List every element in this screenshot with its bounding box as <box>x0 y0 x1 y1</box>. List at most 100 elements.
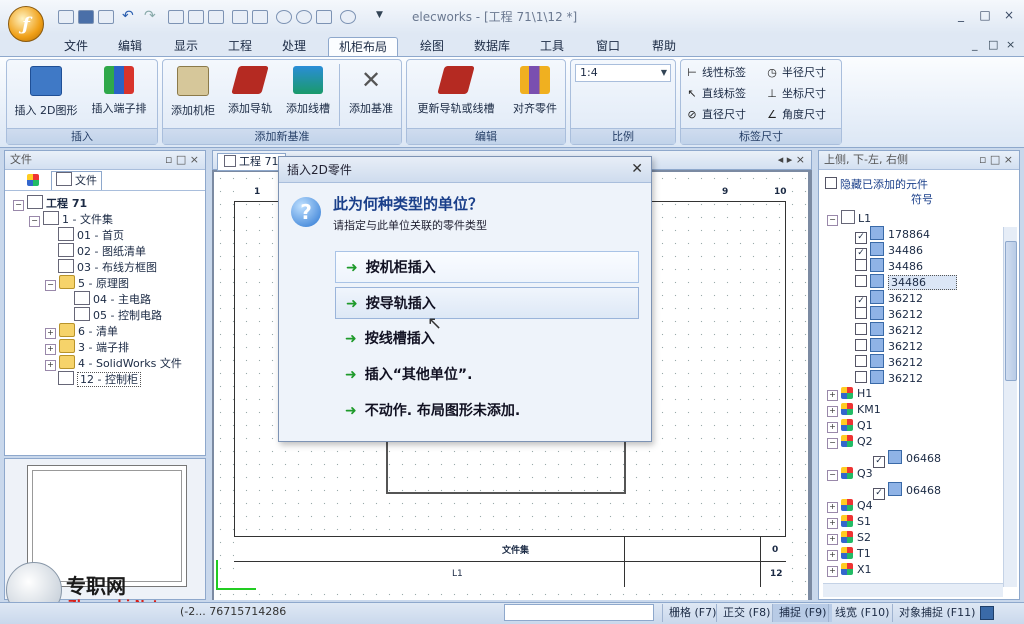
align-parts-button[interactable]: 对齐零件 <box>505 66 565 126</box>
minimize-button[interactable]: _ <box>950 8 972 24</box>
expand-icon[interactable]: + <box>827 406 838 417</box>
option-insert-by-duct[interactable]: ➜ 按线槽插入 <box>335 323 639 355</box>
new-file-icon[interactable] <box>58 10 74 24</box>
component-item[interactable]: 34486 <box>827 274 1019 290</box>
component-group[interactable]: + H1 <box>827 386 1019 402</box>
horizontal-scrollbar[interactable] <box>823 583 1003 597</box>
component-group[interactable]: + X1 <box>827 562 1019 578</box>
component-group[interactable]: − Q2 <box>827 434 1019 450</box>
tree-item[interactable]: 05 - 控制电路 <box>13 307 205 323</box>
zoom-window-icon[interactable] <box>316 10 332 24</box>
delete-page-icon[interactable] <box>252 10 268 24</box>
expand-icon[interactable]: + <box>827 566 838 577</box>
tree-item[interactable]: +6 - 清单 <box>13 323 205 339</box>
zoom-in-icon[interactable] <box>276 10 292 24</box>
menu-window[interactable]: 窗口 <box>586 37 630 56</box>
mdi-close-button[interactable]: × <box>1006 38 1015 51</box>
scrollbar-thumb[interactable] <box>1005 241 1017 381</box>
component-item[interactable]: 36212 <box>827 354 1019 370</box>
tree-item[interactable]: +4 - SolidWorks 文件 <box>13 355 205 371</box>
menu-edit[interactable]: 编辑 <box>108 37 152 56</box>
option-insert-by-rail[interactable]: ➜ 按导轨插入 <box>335 287 639 319</box>
expand-icon[interactable]: + <box>827 390 838 401</box>
component-group[interactable]: + T1 <box>827 546 1019 562</box>
component-item[interactable]: ✓ 06468 <box>827 450 1019 468</box>
update-rail-duct-button[interactable]: 更新导轨或线槽 <box>409 66 503 126</box>
option-no-action[interactable]: ➜ 不动作. 布局图形未添加. <box>335 395 639 427</box>
menu-process[interactable]: 处理 <box>272 37 316 56</box>
expand-icon[interactable]: + <box>827 422 838 433</box>
add-datum-button[interactable]: ✕ 添加基准 <box>341 66 401 126</box>
toggle-snap[interactable]: 捕捉 (F9) <box>772 604 833 622</box>
insert-2d-shape-button[interactable]: 插入 2D图形 <box>11 66 81 126</box>
component-item[interactable]: 36212 <box>827 370 1019 386</box>
component-group[interactable]: + Q4 <box>827 498 1019 514</box>
collapse-icon[interactable]: − <box>827 438 838 449</box>
component-checkbox[interactable] <box>855 275 867 287</box>
scale-select[interactable]: 1:4 ▼ <box>575 64 671 82</box>
component-checkbox[interactable] <box>855 355 867 367</box>
vertical-scrollbar[interactable] <box>1003 227 1017 587</box>
menu-help[interactable]: 帮助 <box>642 37 686 56</box>
coordinate-dimension-button[interactable]: ⊥ 坐标尺寸 <box>765 85 826 102</box>
save-icon[interactable] <box>78 10 94 24</box>
close-button[interactable]: × <box>998 8 1020 24</box>
insert-page-icon[interactable] <box>232 10 248 24</box>
document-tab[interactable]: 工程 71 <box>217 153 286 171</box>
command-input[interactable] <box>504 604 654 621</box>
component-item[interactable]: ✓ 06468 <box>827 482 1019 500</box>
toggle-osnap[interactable]: 对象捕捉 (F11) <box>892 604 981 622</box>
menu-cabinet-layout[interactable]: 机柜布局 <box>328 37 399 56</box>
component-group[interactable]: + Q1 <box>827 418 1019 434</box>
radius-dimension-button[interactable]: ◷ 半径尺寸 <box>765 64 826 81</box>
tree-item[interactable]: 12 - 控制柜 <box>13 371 205 387</box>
diameter-dimension-button[interactable]: ⊘ 直径尺寸 <box>685 106 746 123</box>
component-group[interactable]: + S2 <box>827 530 1019 546</box>
tree-item[interactable]: − 工程 71 <box>13 195 205 211</box>
hide-added-checkbox[interactable] <box>825 177 837 189</box>
component-checkbox[interactable] <box>855 307 867 319</box>
toggle-ortho[interactable]: 正交 (F8) <box>716 604 776 622</box>
option-insert-other-unit[interactable]: ➜ 插入“其他单位”. <box>335 359 639 391</box>
component-checkbox[interactable]: ✓ <box>873 456 885 468</box>
expand-icon[interactable]: + <box>45 360 56 371</box>
cut-icon[interactable] <box>168 10 184 24</box>
menu-tools[interactable]: 工具 <box>530 37 574 56</box>
toggle-grid[interactable]: 栅格 (F7) <box>662 604 722 622</box>
add-duct-button[interactable]: 添加线槽 <box>279 66 337 126</box>
component-checkbox[interactable]: ✓ <box>873 488 885 500</box>
component-checkbox[interactable] <box>855 323 867 335</box>
panel-pin-close-icon[interactable]: ▫ □ × <box>165 151 199 169</box>
menu-project[interactable]: 工程 <box>218 37 262 56</box>
qat-dropdown-icon[interactable]: ▼ <box>376 10 383 20</box>
pan-icon[interactable] <box>340 10 356 24</box>
tree-item[interactable]: 01 - 首页 <box>13 227 205 243</box>
component-item[interactable]: ✓ 36212 <box>827 290 1019 308</box>
tab-files[interactable]: 文件 <box>51 171 102 190</box>
collapse-icon[interactable]: − <box>827 215 838 226</box>
component-item[interactable]: 36212 <box>827 338 1019 354</box>
tree-item[interactable]: 04 - 主电路 <box>13 291 205 307</box>
tree-item[interactable]: 03 - 布线方框图 <box>13 259 205 275</box>
print-icon[interactable] <box>98 10 114 24</box>
add-rail-button[interactable]: 添加导轨 <box>221 66 279 126</box>
tree-item[interactable]: 02 - 图纸清单 <box>13 243 205 259</box>
expand-icon[interactable]: + <box>827 518 838 529</box>
toggle-lineweight[interactable]: 线宽 (F10) <box>828 604 895 622</box>
zoom-out-icon[interactable] <box>296 10 312 24</box>
dialog-close-icon[interactable]: ✕ <box>631 161 643 177</box>
expand-icon[interactable]: + <box>45 344 56 355</box>
expand-icon[interactable]: + <box>827 534 838 545</box>
component-group[interactable]: + S1 <box>827 514 1019 530</box>
menu-file[interactable]: 文件 <box>54 37 98 56</box>
tree-item[interactable]: − 1 - 文件集 <box>13 211 205 227</box>
collapse-icon[interactable]: − <box>29 216 40 227</box>
expand-icon[interactable]: + <box>45 328 56 339</box>
component-item[interactable]: 36212 <box>827 322 1019 338</box>
component-checkbox[interactable] <box>855 371 867 383</box>
maximize-button[interactable]: □ <box>974 8 996 24</box>
menu-draw[interactable]: 绘图 <box>410 37 454 56</box>
linear-label-button[interactable]: ⊢ 线性标签 <box>685 64 746 81</box>
paste-icon[interactable] <box>208 10 224 24</box>
component-checkbox[interactable] <box>855 259 867 271</box>
